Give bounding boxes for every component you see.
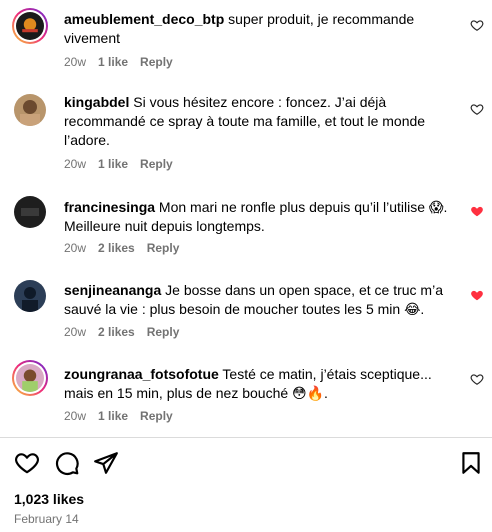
comment-icon[interactable] bbox=[54, 450, 80, 476]
avatar[interactable] bbox=[12, 92, 48, 128]
heart-icon-liked[interactable] bbox=[470, 204, 484, 218]
post-actions bbox=[0, 450, 492, 476]
comment-likes[interactable]: 1 like bbox=[98, 55, 128, 69]
comment-meta: 20w 2 likes Reply bbox=[64, 325, 179, 339]
reply-button[interactable]: Reply bbox=[140, 409, 173, 423]
avatar[interactable] bbox=[12, 8, 48, 44]
reply-button[interactable]: Reply bbox=[147, 325, 180, 339]
comment-meta: 20w 1 like Reply bbox=[64, 55, 173, 69]
comment-username[interactable]: kingabdel bbox=[64, 94, 129, 110]
comment-text: ameublement_deco_btp super produit, je r… bbox=[64, 10, 454, 48]
bookmark-icon[interactable] bbox=[458, 450, 484, 476]
comment-likes[interactable]: 1 like bbox=[98, 409, 128, 423]
comment-text: senjineananga Je bosse dans un open spac… bbox=[64, 281, 454, 319]
comment-username[interactable]: francinesinga bbox=[64, 199, 155, 215]
avatar[interactable] bbox=[12, 278, 48, 314]
post-date: February 14 bbox=[14, 512, 79, 526]
comment-likes[interactable]: 1 like bbox=[98, 157, 128, 171]
reply-button[interactable]: Reply bbox=[147, 241, 180, 255]
reply-button[interactable]: Reply bbox=[140, 55, 173, 69]
avatar[interactable] bbox=[12, 194, 48, 230]
comment-text: francinesinga Mon mari ne ronfle plus de… bbox=[64, 198, 454, 236]
comment-username[interactable]: zoungranaa_fotsofotue bbox=[64, 366, 219, 382]
heart-icon[interactable] bbox=[470, 18, 484, 32]
comment-likes[interactable]: 2 likes bbox=[98, 241, 135, 255]
send-icon[interactable] bbox=[93, 450, 119, 476]
comment-time: 20w bbox=[64, 55, 87, 69]
heart-icon[interactable] bbox=[470, 372, 484, 386]
reply-button[interactable]: Reply bbox=[140, 157, 173, 171]
comment-time: 20w bbox=[64, 409, 87, 423]
heart-icon-liked[interactable] bbox=[470, 288, 484, 302]
comment-meta: 20w 1 like Reply bbox=[64, 409, 173, 423]
comment-text: zoungranaa_fotsofotue Testé ce matin, j’… bbox=[64, 365, 454, 403]
comment-likes[interactable]: 2 likes bbox=[98, 325, 135, 339]
comment-body: Mon mari ne ronfle plus depuis qu’il l’u… bbox=[158, 199, 448, 215]
avatar[interactable] bbox=[12, 360, 48, 396]
comment-body-line2: Meilleure nuit depuis longtemps. bbox=[64, 218, 265, 234]
heart-icon[interactable] bbox=[14, 450, 40, 476]
comment-time: 20w bbox=[64, 325, 87, 339]
comment-text: kingabdel Si vous hésitez encore : fonce… bbox=[64, 93, 454, 150]
comment-meta: 20w 1 like Reply bbox=[64, 157, 173, 171]
post-likes-count[interactable]: 1,023 likes bbox=[14, 491, 84, 507]
comment-time: 20w bbox=[64, 157, 87, 171]
comment-username[interactable]: senjineananga bbox=[64, 282, 161, 298]
heart-icon[interactable] bbox=[470, 102, 484, 116]
comment-username[interactable]: ameublement_deco_btp bbox=[64, 11, 224, 27]
comment-meta: 20w 2 likes Reply bbox=[64, 241, 179, 255]
divider bbox=[0, 437, 492, 438]
comment-time: 20w bbox=[64, 241, 87, 255]
